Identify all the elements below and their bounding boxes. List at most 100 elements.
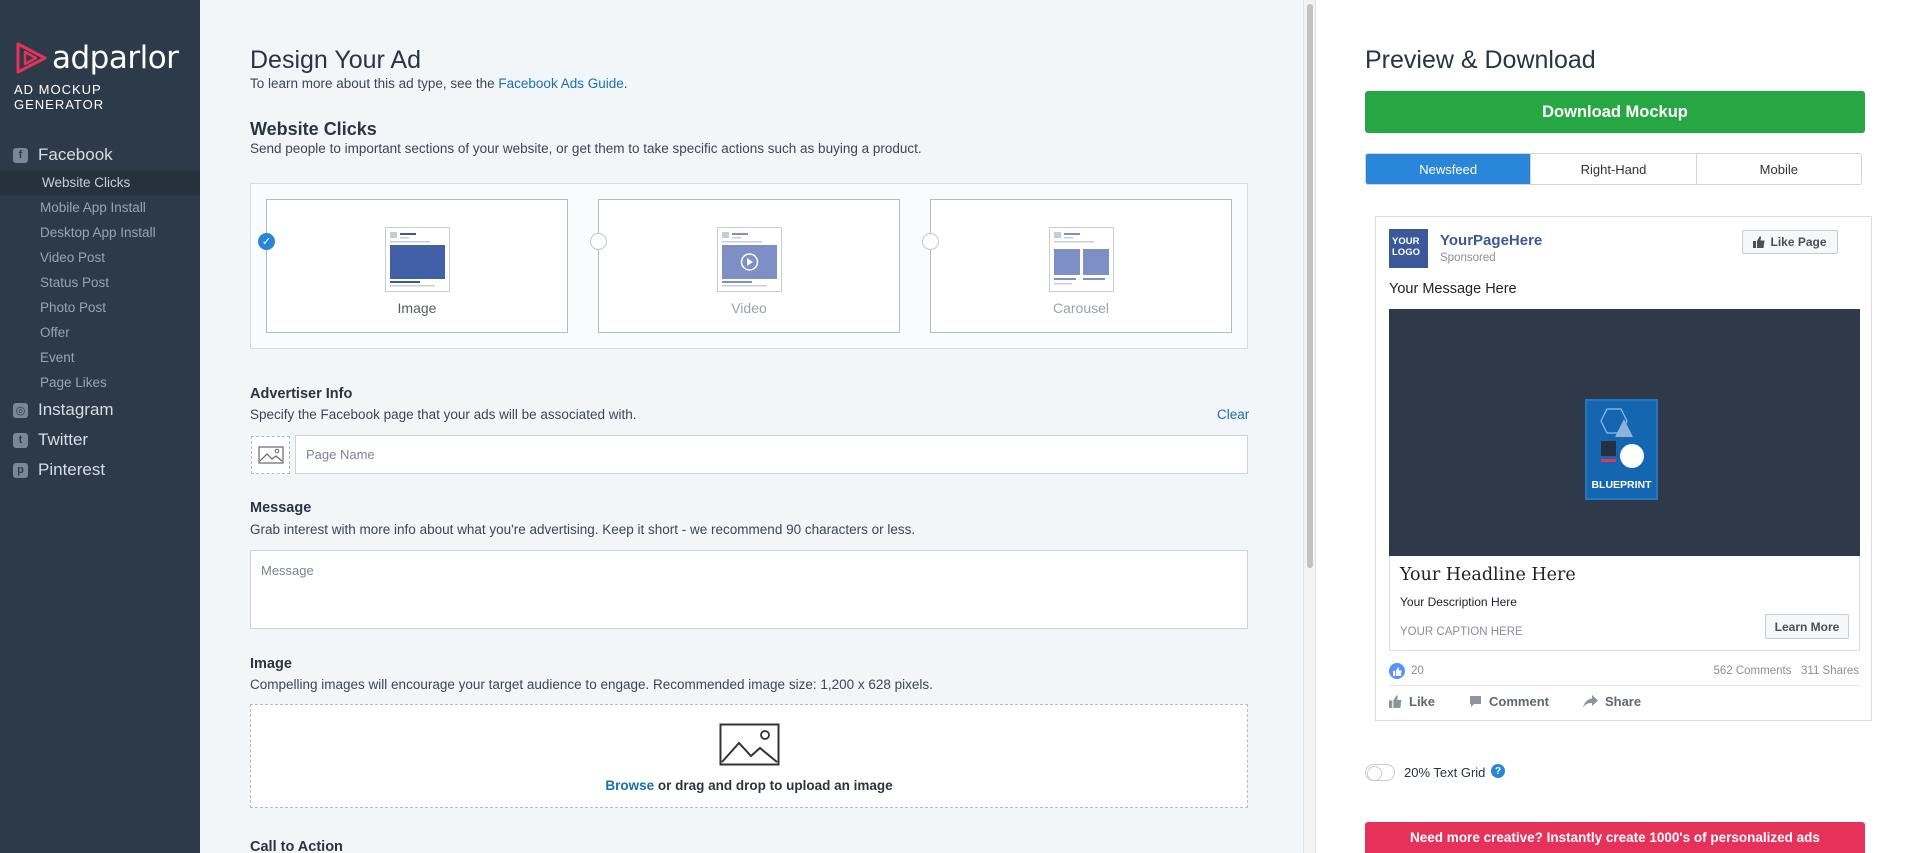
promo-banner[interactable]: Need more creative? Instantly create 100… bbox=[1365, 822, 1865, 853]
ad-type-title: Website Clicks bbox=[250, 119, 377, 139]
ad-image: BLUEPRINT bbox=[1389, 309, 1860, 556]
format-label-image: Image bbox=[397, 300, 437, 316]
sidebar-nav: f Facebook Website Clicks Mobile App Ins… bbox=[0, 140, 200, 485]
like-reaction-icon bbox=[1389, 663, 1405, 679]
image-title: Image bbox=[250, 656, 292, 672]
share-action-label: Share bbox=[1604, 694, 1642, 709]
like-icon bbox=[1389, 695, 1402, 708]
post-actions: Like Comment Share bbox=[1389, 694, 1675, 709]
sidebar-section-pinterest[interactable]: p Pinterest bbox=[0, 455, 200, 485]
sidebar-item-status-post[interactable]: Status Post bbox=[0, 270, 200, 295]
tab-right-hand[interactable]: Right-Hand bbox=[1531, 154, 1697, 184]
like-action: Like bbox=[1389, 694, 1435, 709]
message-textarea[interactable]: Message bbox=[250, 550, 1248, 629]
advertiser-info-title: Advertiser Info bbox=[250, 386, 353, 402]
adparlor-logo-icon bbox=[16, 42, 47, 74]
advertiser-info-description: Specify the Facebook page that your ads … bbox=[250, 407, 637, 422]
sidebar-item-video-post[interactable]: Video Post bbox=[0, 245, 200, 270]
sidebar-section-twitter[interactable]: t Twitter bbox=[0, 425, 200, 455]
sponsored-label: Sponsored bbox=[1440, 252, 1496, 264]
comment-count: 562 Comments bbox=[1713, 665, 1792, 677]
message-title: Message bbox=[250, 500, 312, 516]
like-page-button: Like Page bbox=[1742, 230, 1838, 254]
ad-type-description: Send people to important sections of you… bbox=[250, 141, 922, 156]
intro-text: To learn more about this ad type, see th… bbox=[250, 76, 628, 91]
sidebar-item-page-likes[interactable]: Page Likes bbox=[0, 370, 200, 395]
format-option-video[interactable]: Video bbox=[590, 199, 900, 333]
format-radio-video[interactable] bbox=[590, 233, 607, 250]
brand-subtitle: AD MOCKUP GENERATOR bbox=[14, 82, 105, 112]
image-description: Compelling images will encourage your ta… bbox=[250, 677, 933, 692]
main-scrollbar[interactable] bbox=[1303, 0, 1315, 853]
engagement-counts: 562 Comments 311 Shares bbox=[1713, 665, 1859, 677]
share-count: 311 Shares bbox=[1801, 665, 1859, 677]
message-description: Grab interest with more info about what … bbox=[250, 522, 916, 537]
image-format-icon bbox=[385, 227, 450, 292]
page-title: Design Your Ad bbox=[250, 46, 421, 74]
help-icon[interactable]: ? bbox=[1491, 764, 1505, 778]
thumbs-up-icon bbox=[1753, 236, 1765, 248]
learn-more-button: Learn More bbox=[1765, 614, 1849, 639]
text-grid-toggle[interactable] bbox=[1365, 764, 1395, 781]
sidebar-section-label: Pinterest bbox=[38, 460, 106, 479]
sidebar-item-photo-post[interactable]: Photo Post bbox=[0, 295, 200, 320]
like-action-label: Like bbox=[1409, 694, 1436, 709]
preview-title: Preview & Download bbox=[1365, 46, 1596, 74]
brand-name: adparlor bbox=[52, 40, 179, 76]
tab-newsfeed[interactable]: Newsfeed bbox=[1366, 154, 1532, 184]
browse-link[interactable]: Browse bbox=[605, 778, 654, 793]
blueprint-book-image: BLUEPRINT bbox=[1585, 399, 1658, 500]
preview-headline: Your Headline Here bbox=[1400, 565, 1576, 585]
image-dropzone[interactable]: Browse or drag and drop to upload an ima… bbox=[250, 704, 1248, 808]
like-count-value: 20 bbox=[1411, 665, 1424, 677]
preview-message: Your Message Here bbox=[1389, 281, 1517, 297]
preview-tabs: Newsfeed Right-Hand Mobile bbox=[1365, 153, 1862, 185]
sidebar-section-label: Facebook bbox=[38, 145, 113, 164]
sidebar-item-offer[interactable]: Offer bbox=[0, 320, 200, 345]
share-action: Share bbox=[1582, 694, 1642, 709]
upload-text: or drag and drop to upload an image bbox=[654, 778, 893, 793]
actions-divider bbox=[1389, 685, 1860, 686]
sidebar-item-mobile-app-install[interactable]: Mobile App Install bbox=[0, 195, 200, 220]
scrollbar-thumb[interactable] bbox=[1307, 4, 1313, 568]
preview-page-name: YourPageHere bbox=[1440, 232, 1543, 249]
intro-prefix: To learn more about this ad type, see th… bbox=[250, 76, 499, 91]
sidebar-item-desktop-app-install[interactable]: Desktop App Install bbox=[0, 220, 200, 245]
page-avatar-upload[interactable] bbox=[251, 436, 290, 474]
twitter-icon: t bbox=[13, 432, 28, 448]
intro-suffix: . bbox=[623, 76, 628, 91]
format-option-carousel[interactable]: Carousel bbox=[922, 199, 1232, 333]
preview-description: Your Description Here bbox=[1400, 595, 1517, 609]
download-mockup-button[interactable]: Download Mockup bbox=[1365, 91, 1865, 133]
call-to-action-title: Call to Action bbox=[250, 839, 343, 853]
like-count: 20 bbox=[1389, 663, 1424, 679]
facebook-ad-preview: YOUR LOGO YourPageHere Sponsored Like Pa… bbox=[1375, 216, 1872, 721]
brand[interactable]: adparlor AD MOCKUP GENERATOR bbox=[14, 40, 194, 112]
like-page-label: Like Page bbox=[1770, 235, 1827, 249]
carousel-format-icon bbox=[1049, 227, 1114, 292]
format-radio-carousel[interactable] bbox=[922, 233, 939, 250]
sidebar-section-instagram[interactable]: ◎ Instagram bbox=[0, 395, 200, 425]
pinterest-icon: p bbox=[13, 462, 28, 478]
facebook-icon: f bbox=[13, 147, 28, 163]
format-option-image[interactable]: ✓ Image bbox=[258, 199, 568, 333]
sidebar: adparlor AD MOCKUP GENERATOR f Facebook … bbox=[0, 0, 200, 853]
sidebar-section-label: Twitter bbox=[38, 430, 89, 449]
ad-format-selector: ✓ Image Video Carousel bbox=[250, 183, 1248, 349]
sidebar-item-event[interactable]: Event bbox=[0, 345, 200, 370]
facebook-ads-guide-link[interactable]: Facebook Ads Guide bbox=[498, 76, 623, 91]
comment-icon bbox=[1470, 696, 1482, 707]
sidebar-section-facebook[interactable]: f Facebook bbox=[0, 140, 200, 170]
tab-mobile[interactable]: Mobile bbox=[1696, 154, 1861, 184]
logo-placeholder: YOUR LOGO bbox=[1389, 229, 1428, 268]
sidebar-item-website-clicks[interactable]: Website Clicks bbox=[0, 170, 200, 195]
format-label-video: Video bbox=[731, 300, 767, 316]
clear-link[interactable]: Clear bbox=[1217, 407, 1249, 422]
blueprint-label: BLUEPRINT bbox=[1591, 479, 1652, 491]
image-placeholder-icon bbox=[257, 446, 284, 464]
format-label-carousel: Carousel bbox=[1052, 300, 1110, 316]
format-radio-image[interactable]: ✓ bbox=[258, 233, 275, 250]
video-format-icon bbox=[717, 227, 782, 292]
page-name-input[interactable]: Page Name bbox=[295, 435, 1248, 474]
instagram-icon: ◎ bbox=[13, 402, 28, 418]
